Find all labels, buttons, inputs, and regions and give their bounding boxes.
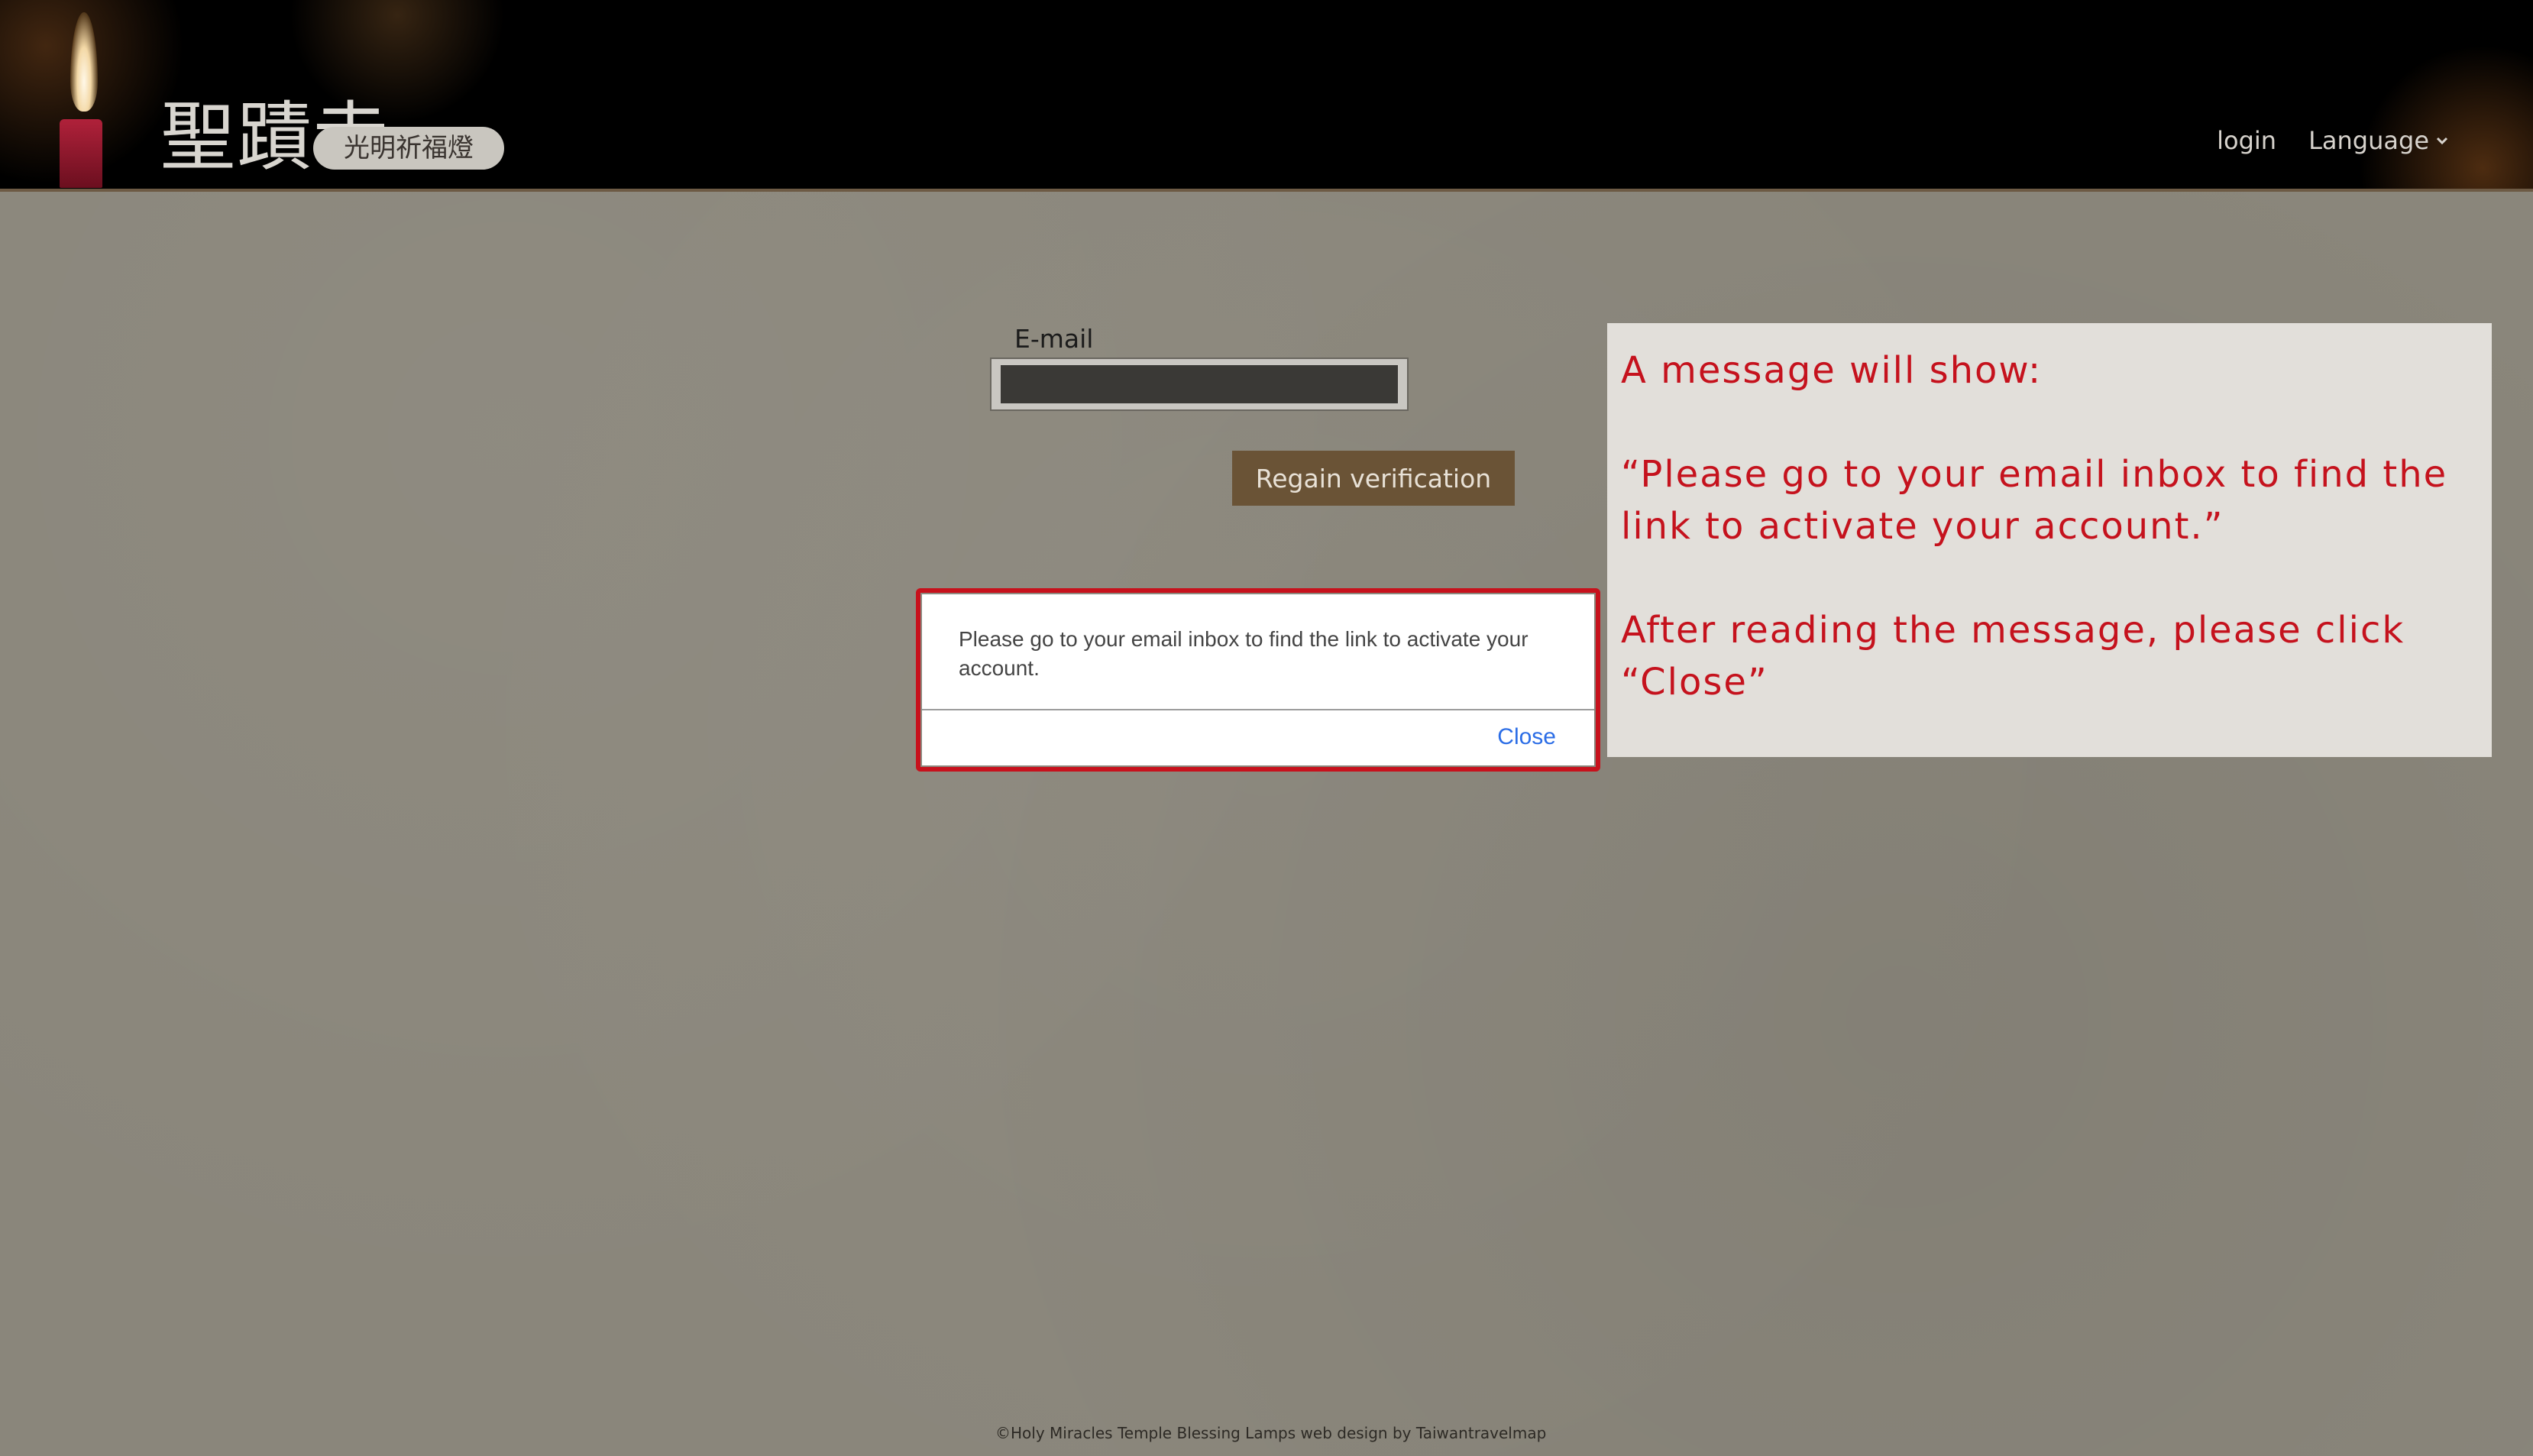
site-header: 聖蹟寺 光明祈福燈 login Language	[0, 0, 2533, 192]
logo-subtitle: 光明祈福燈	[313, 127, 504, 170]
annotation-line-3: After reading the message, please click …	[1621, 609, 2405, 704]
email-input[interactable]	[1001, 365, 1398, 403]
dialog-highlight-outline	[916, 588, 1600, 772]
regain-verification-button[interactable]: Regain verification	[1232, 451, 1515, 506]
nav-login-label: login	[2217, 126, 2277, 155]
footer-credit: ©Holy Miracles Temple Blessing Lamps web…	[995, 1424, 1547, 1442]
annotation-line-2: “Please go to your email inbox to find t…	[1621, 453, 2448, 548]
top-nav: login Language	[2217, 126, 2451, 155]
nav-language-dropdown[interactable]: Language	[2308, 126, 2451, 155]
nav-language-label: Language	[2308, 126, 2429, 155]
instruction-annotation: A message will show: “Please go to your …	[1607, 323, 2492, 757]
candle-flame-icon	[70, 12, 98, 112]
email-label: E-mail	[1014, 324, 1094, 354]
site-logo[interactable]: 聖蹟寺 光明祈福燈	[53, 12, 527, 188]
email-field-frame	[990, 358, 1409, 411]
annotation-line-1: A message will show:	[1621, 349, 2043, 392]
candle-icon	[60, 119, 102, 188]
chevron-down-icon	[2436, 137, 2448, 145]
nav-login-link[interactable]: login	[2217, 126, 2276, 155]
